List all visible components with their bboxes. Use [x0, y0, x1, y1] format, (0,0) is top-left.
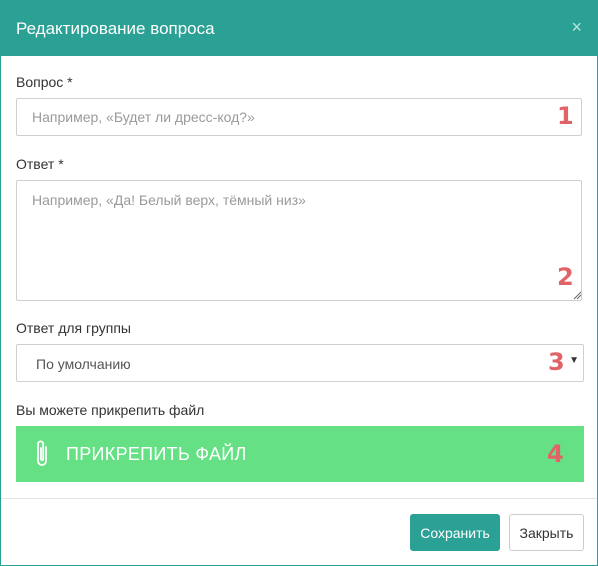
close-icon[interactable]: ×	[571, 17, 582, 37]
attach-file-button-label: ПРИКРЕПИТЬ ФАЙЛ	[66, 444, 247, 464]
question-input[interactable]	[16, 98, 582, 136]
marker-3: 3	[548, 348, 565, 376]
group-select-value: По умолчанию	[36, 356, 131, 372]
question-label: Вопрос *	[16, 74, 73, 90]
marker-2: 2	[557, 263, 574, 291]
marker-1: 1	[557, 102, 574, 130]
paperclip-icon	[37, 440, 47, 466]
edit-question-modal: Редактирование вопроса × Вопрос * 1 Отве…	[0, 0, 598, 566]
answer-label: Ответ *	[16, 156, 64, 172]
close-button[interactable]: Закрыть	[509, 514, 584, 551]
attach-file-button[interactable]: ПРИКРЕПИТЬ ФАЙЛ	[16, 426, 584, 482]
footer-divider	[1, 498, 597, 499]
marker-4: 4	[547, 440, 564, 468]
save-button[interactable]: Сохранить	[410, 514, 500, 551]
group-select[interactable]: По умолчанию ▼	[16, 344, 584, 382]
dropdown-arrow-icon: ▼	[569, 355, 579, 366]
attach-label: Вы можете прикрепить файл	[16, 402, 205, 418]
answer-textarea[interactable]	[16, 180, 582, 301]
resize-grip-icon[interactable]	[572, 290, 582, 300]
group-label: Ответ для группы	[16, 320, 131, 336]
modal-header: Редактирование вопроса ×	[1, 1, 597, 56]
modal-title: Редактирование вопроса	[16, 19, 215, 38]
